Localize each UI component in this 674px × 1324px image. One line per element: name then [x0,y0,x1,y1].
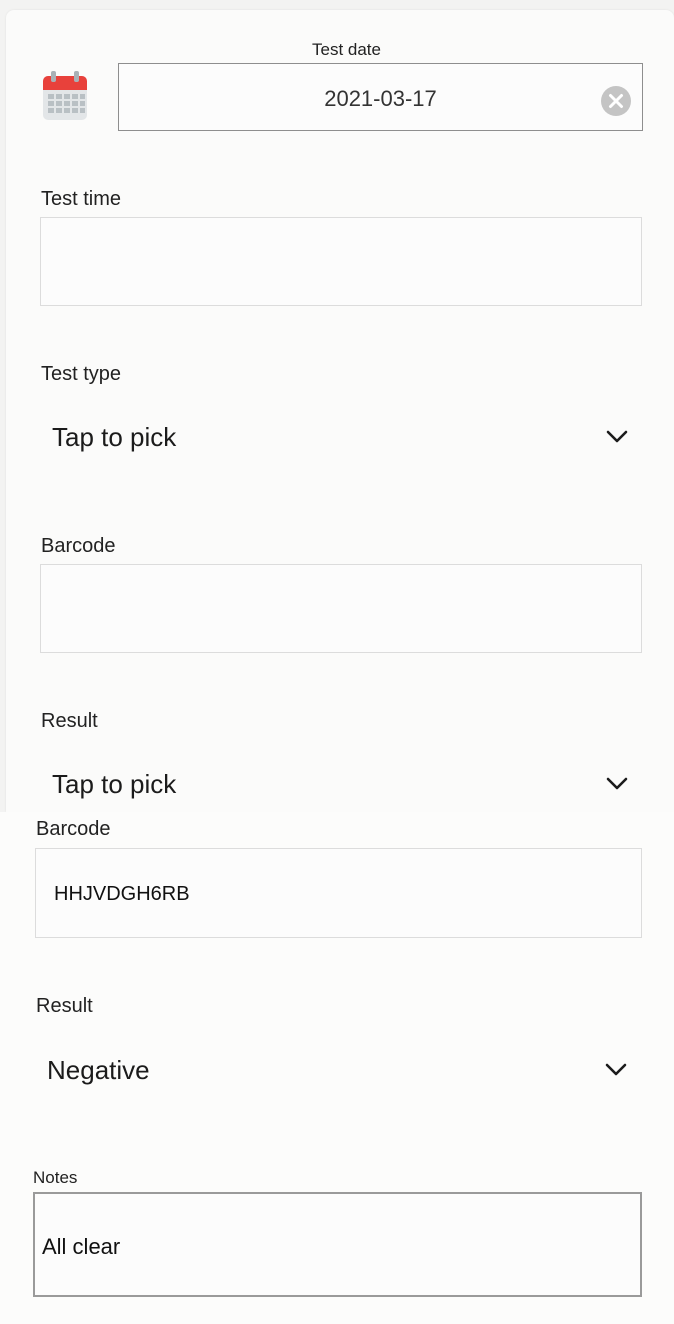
barcode-label: Barcode [41,535,116,557]
test-type-label: Test type [41,363,122,385]
barcode-input[interactable] [40,564,642,653]
result-picker[interactable]: Negative [47,1050,627,1090]
test-type-picker[interactable]: Tap to pick [52,417,628,457]
test-date-label: Test date [312,40,381,59]
test-date-field[interactable]: 2021-03-17 [118,63,643,131]
chevron-down-icon [605,1063,627,1076]
test-time-input[interactable] [40,217,642,306]
result-label: Result [41,710,98,732]
chevron-down-icon [606,430,628,443]
barcode-value: HHJVDGH6RB [54,883,190,905]
form-panel-bottom: Barcode HHJVDGH6RB Result Negative Notes… [0,812,674,1324]
chevron-down-icon [606,777,628,790]
barcode-input[interactable]: HHJVDGH6RB [35,848,642,938]
notes-label: Notes [33,1168,78,1187]
notes-textarea[interactable]: All clear [33,1192,642,1297]
calendar-icon[interactable] [42,70,88,122]
form-panel-top: Test date 2021-03-17 Test time Test type… [6,10,674,812]
result-value: Negative [47,1054,150,1085]
result-label: Result [36,995,93,1017]
test-type-value: Tap to pick [52,421,177,452]
result-value: Tap to pick [52,768,177,799]
notes-value: All clear [42,1234,121,1259]
test-date-value: 2021-03-17 [324,86,437,111]
barcode-label: Barcode [36,818,111,840]
clear-circle-icon[interactable] [600,85,632,117]
test-time-label: Test time [41,188,122,210]
result-picker[interactable]: Tap to pick [52,764,628,804]
